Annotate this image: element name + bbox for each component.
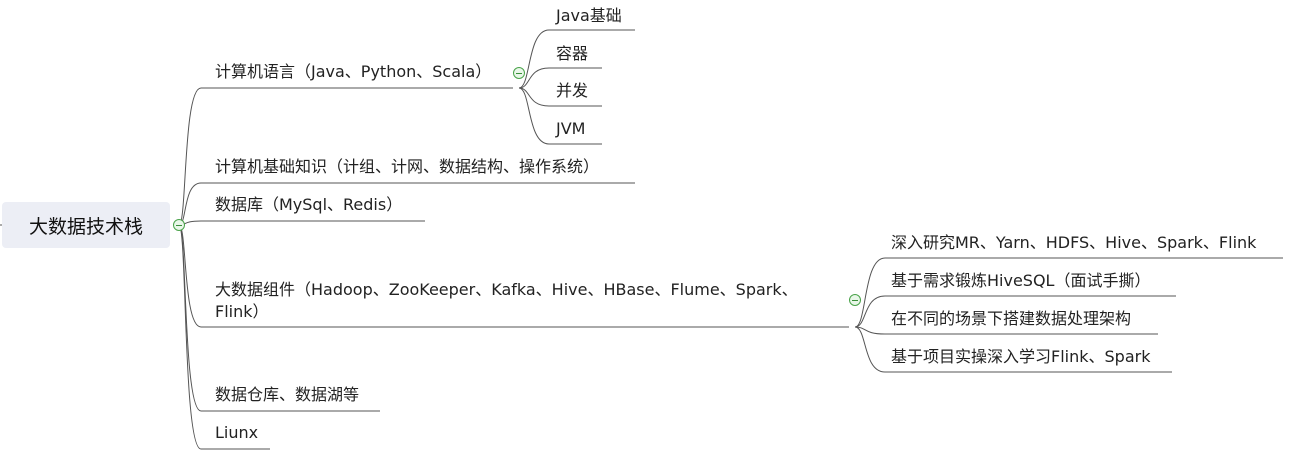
subtopic-java-basics[interactable]: Java基础 xyxy=(556,5,622,27)
subtopic-containers[interactable]: 容器 xyxy=(556,43,588,65)
root-topic[interactable]: 大数据技术栈 xyxy=(2,202,170,248)
subtopic-jvm[interactable]: JVM xyxy=(556,118,585,140)
branch-data-warehouse[interactable]: 数据仓库、数据湖等 xyxy=(215,384,359,406)
subtopic-deep-research[interactable]: 深入研究MR、Yarn、HDFS、Hive、Spark、Flink xyxy=(891,232,1256,254)
branch-cs-fundamentals[interactable]: 计算机基础知识（计组、计网、数据结构、操作系统） xyxy=(215,156,599,178)
subtopic-architecture[interactable]: 在不同的场景下搭建数据处理架构 xyxy=(891,308,1131,330)
branch-connector-5 xyxy=(178,224,270,450)
mind-map-canvas: 大数据技术栈 计算机语言（Java、Python、Scala） Java基础 容… xyxy=(0,0,1300,452)
subtopic-project-practice[interactable]: 基于项目实操深入学习Flink、Spark xyxy=(891,346,1150,368)
branch-languages-collapse-icon[interactable] xyxy=(513,67,525,79)
branch-components-collapse-icon[interactable] xyxy=(849,294,861,306)
branch-linux[interactable]: Liunx xyxy=(215,422,258,444)
subtopic-concurrency[interactable]: 并发 xyxy=(556,80,588,102)
subtopic-hivesql[interactable]: 基于需求锻炼HiveSQL（面试手撕） xyxy=(891,270,1150,292)
branch-databases[interactable]: 数据库（MySql、Redis） xyxy=(215,194,402,216)
branch-computer-languages[interactable]: 计算机语言（Java、Python、Scala） xyxy=(215,61,491,83)
branch-bigdata-components[interactable]: 大数据组件（Hadoop、ZooKeeper、Kafka、Hive、HBase、… xyxy=(215,279,825,323)
branch-connector-2 xyxy=(178,220,425,226)
connector-lines xyxy=(0,29,1283,450)
root-collapse-icon[interactable] xyxy=(173,219,185,231)
root-topic-label: 大数据技术栈 xyxy=(28,215,143,238)
